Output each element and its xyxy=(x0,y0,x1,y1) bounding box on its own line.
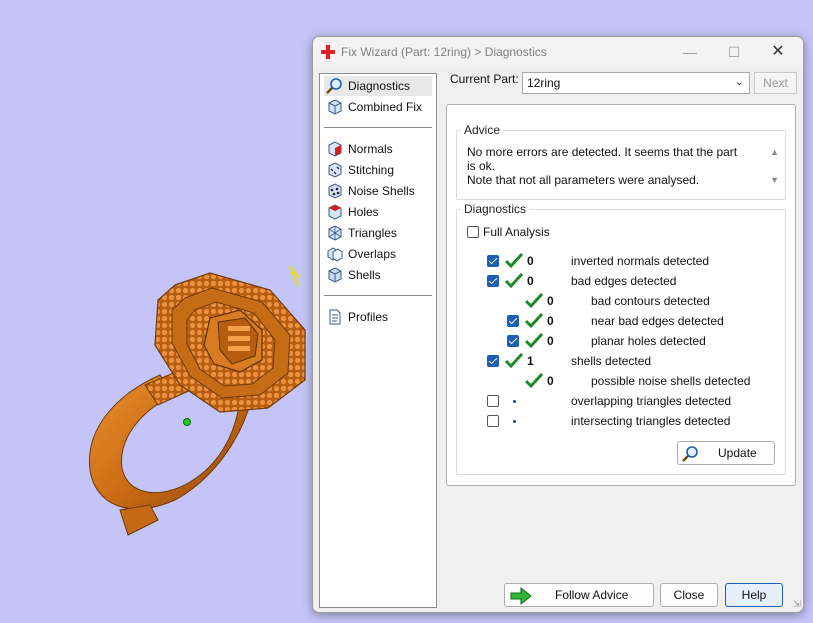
follow-advice-button[interactable]: Follow Advice xyxy=(504,583,654,607)
cube-red-face-icon xyxy=(328,141,342,157)
help-button[interactable]: Help xyxy=(725,583,783,607)
shells-count: 1 xyxy=(527,354,534,368)
bad-contours-label: bad contours detected xyxy=(591,294,710,308)
green-check-icon xyxy=(525,373,543,389)
close-button[interactable]: Close xyxy=(660,583,718,607)
green-check-icon xyxy=(505,353,523,369)
title-bar[interactable]: Fix Wizard (Part: 12ring) > Diagnostics … xyxy=(313,37,803,67)
update-label: Update xyxy=(718,446,757,460)
nav-separator xyxy=(324,127,432,128)
overlapping-triangles-label: overlapping triangles detected xyxy=(571,394,732,408)
chevron-down-icon: ⌄ xyxy=(734,76,744,88)
cube-hole-icon xyxy=(328,204,342,220)
noise-shells-label: possible noise shells detected xyxy=(591,374,751,388)
bad-edges-checkbox[interactable] xyxy=(487,275,499,287)
near-bad-edges-count: 0 xyxy=(547,314,554,328)
full-analysis-checkbox[interactable] xyxy=(467,226,479,238)
minimize-button[interactable]: — xyxy=(675,42,705,62)
magnifier-icon xyxy=(326,78,342,94)
window-title: Fix Wizard (Part: 12ring) > Diagnostics xyxy=(341,45,547,59)
current-part-label: Current Part: xyxy=(450,72,519,86)
wizard-nav-list: Diagnostics Combined Fix Normals Stitchi… xyxy=(319,73,437,608)
near-bad-edges-checkbox[interactable] xyxy=(507,315,519,327)
overlap-cube-icon xyxy=(327,247,343,262)
document-icon xyxy=(329,309,341,325)
next-button[interactable]: Next xyxy=(754,72,797,94)
close-window-button[interactable]: ✕ xyxy=(763,42,793,62)
cube-dots-icon xyxy=(328,183,342,199)
diagnostics-panel: Advice No more errors are detected. It s… xyxy=(446,104,796,486)
bad-contours-count: 0 xyxy=(547,294,554,308)
magnifier-icon xyxy=(682,446,698,462)
shells-checkbox[interactable] xyxy=(487,355,499,367)
nav-item-holes[interactable]: Holes xyxy=(324,202,432,222)
nav-separator xyxy=(324,295,432,296)
intersecting-triangles-checkbox[interactable] xyxy=(487,415,499,427)
green-check-icon xyxy=(505,253,523,269)
current-part-select[interactable]: 12ring ⌄ xyxy=(522,72,750,94)
shells-icon xyxy=(328,267,342,283)
green-check-icon xyxy=(525,293,543,309)
green-check-icon xyxy=(525,333,543,349)
nav-item-diagnostics[interactable]: Diagnostics xyxy=(324,76,432,96)
update-button[interactable]: Update xyxy=(677,441,775,465)
nav-item-combined-fix[interactable]: Combined Fix xyxy=(324,97,432,117)
diagnostics-title: Diagnostics xyxy=(461,202,530,216)
overlapping-triangles-checkbox[interactable] xyxy=(487,395,499,407)
maximize-button[interactable]: ☐ xyxy=(719,42,749,62)
bad-edges-count: 0 xyxy=(527,274,534,288)
shells-label: shells detected xyxy=(571,354,652,368)
advice-text: No more errors are detected. It seems th… xyxy=(467,145,738,187)
inverted-normals-checkbox[interactable] xyxy=(487,255,499,267)
planar-holes-count: 0 xyxy=(547,334,554,348)
cube-icon xyxy=(328,99,342,115)
intersecting-triangles-label: intersecting triangles detected xyxy=(571,414,731,428)
status-dot-icon xyxy=(513,400,516,403)
diagnostics-group: Diagnostics Full Analysis 0 inverted nor… xyxy=(456,202,786,475)
advice-title: Advice xyxy=(461,123,504,137)
nav-item-noise-shells[interactable]: Noise Shells xyxy=(324,181,432,201)
inverted-normals-count: 0 xyxy=(527,254,534,268)
near-bad-edges-label: near bad edges detected xyxy=(591,314,724,328)
planar-holes-label: planar holes detected xyxy=(591,334,706,348)
cube-stitch-icon xyxy=(328,162,342,178)
nav-item-overlaps[interactable]: Overlaps xyxy=(324,244,432,264)
resize-grip-icon[interactable]: ⇲ xyxy=(793,599,801,610)
follow-advice-label: Follow Advice xyxy=(555,588,629,602)
scroll-up-arrow-icon[interactable]: ▲ xyxy=(770,147,779,157)
nav-item-profiles[interactable]: Profiles xyxy=(324,307,432,327)
nav-item-triangles[interactable]: Triangles xyxy=(324,223,432,243)
nav-item-normals[interactable]: Normals xyxy=(324,139,432,159)
scroll-down-arrow-icon[interactable]: ▼ xyxy=(770,175,779,185)
nav-item-stitching[interactable]: Stitching xyxy=(324,160,432,180)
green-check-icon xyxy=(505,273,523,289)
red-cross-icon xyxy=(321,45,335,59)
current-part-value: 12ring xyxy=(527,76,561,90)
green-arrow-icon xyxy=(510,587,532,605)
green-check-icon xyxy=(525,313,543,329)
bad-edges-label: bad edges detected xyxy=(571,274,677,288)
advice-group: Advice No more errors are detected. It s… xyxy=(456,123,786,200)
fix-wizard-dialog: Fix Wizard (Part: 12ring) > Diagnostics … xyxy=(312,36,804,613)
status-dot-icon xyxy=(513,420,516,423)
noise-shells-count: 0 xyxy=(547,374,554,388)
inverted-normals-label: inverted normals detected xyxy=(571,254,710,268)
full-analysis-label: Full Analysis xyxy=(483,225,550,239)
nav-item-shells[interactable]: Shells xyxy=(324,265,432,285)
triangle-mesh-icon xyxy=(328,225,342,241)
planar-holes-checkbox[interactable] xyxy=(507,335,519,347)
